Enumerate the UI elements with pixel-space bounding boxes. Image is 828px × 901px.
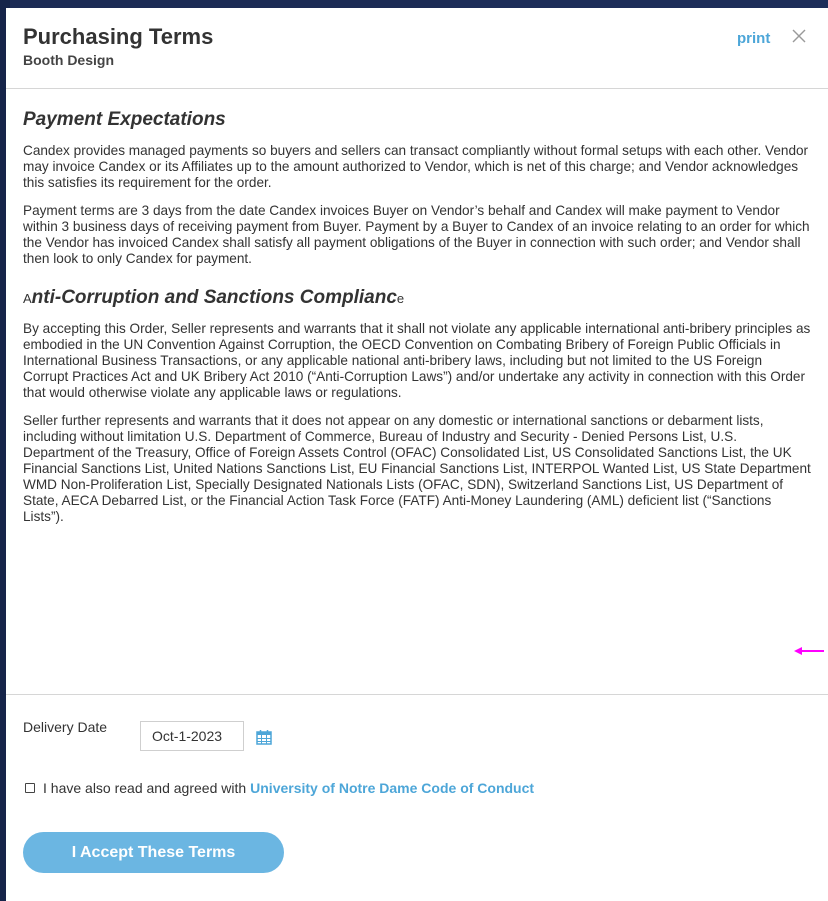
terms-paragraph: Seller further represents and warrants t… — [23, 413, 811, 524]
heading-prefix: A — [23, 291, 32, 306]
code-of-conduct-link[interactable]: University of Notre Dame Code of Conduct — [250, 780, 534, 796]
print-link[interactable]: print — [737, 30, 770, 47]
delivery-date-label: Delivery Date — [23, 719, 108, 735]
terms-paragraph: By accepting this Order, Seller represen… — [23, 321, 811, 400]
agreement-row: I have also read and agreed with Univers… — [25, 780, 534, 796]
accept-terms-button[interactable]: I Accept These Terms — [23, 832, 284, 873]
terms-paragraph: Payment terms are 3 days from the date C… — [23, 203, 810, 266]
footer-divider — [6, 694, 828, 695]
heading-main: nti-Corruption and Sanctions Complianc — [31, 287, 397, 308]
heading-suffix: e — [396, 291, 405, 306]
modal-subtitle: Booth Design — [23, 52, 114, 68]
arrow-left-icon — [794, 647, 824, 655]
close-icon[interactable] — [790, 27, 808, 45]
delivery-date-input[interactable]: Oct-1-2023 — [140, 721, 244, 751]
agreement-checkbox[interactable] — [25, 783, 35, 793]
agreement-text: I have also read and agreed with — [43, 780, 247, 796]
calendar-icon[interactable] — [256, 729, 272, 745]
terms-content[interactable]: Payment Expectations Candex provides man… — [6, 89, 828, 694]
purchasing-terms-modal: Purchasing Terms Booth Design print Paym… — [6, 8, 828, 901]
modal-header: Purchasing Terms Booth Design print — [6, 8, 828, 89]
terms-paragraph: Candex provides managed payments so buye… — [23, 143, 809, 190]
section-heading-anti-corruption: Anti-Corruption and Sanctions Compliance — [23, 287, 811, 309]
section-heading-payment: Payment Expectations — [23, 109, 226, 130]
modal-title: Purchasing Terms — [23, 24, 214, 49]
